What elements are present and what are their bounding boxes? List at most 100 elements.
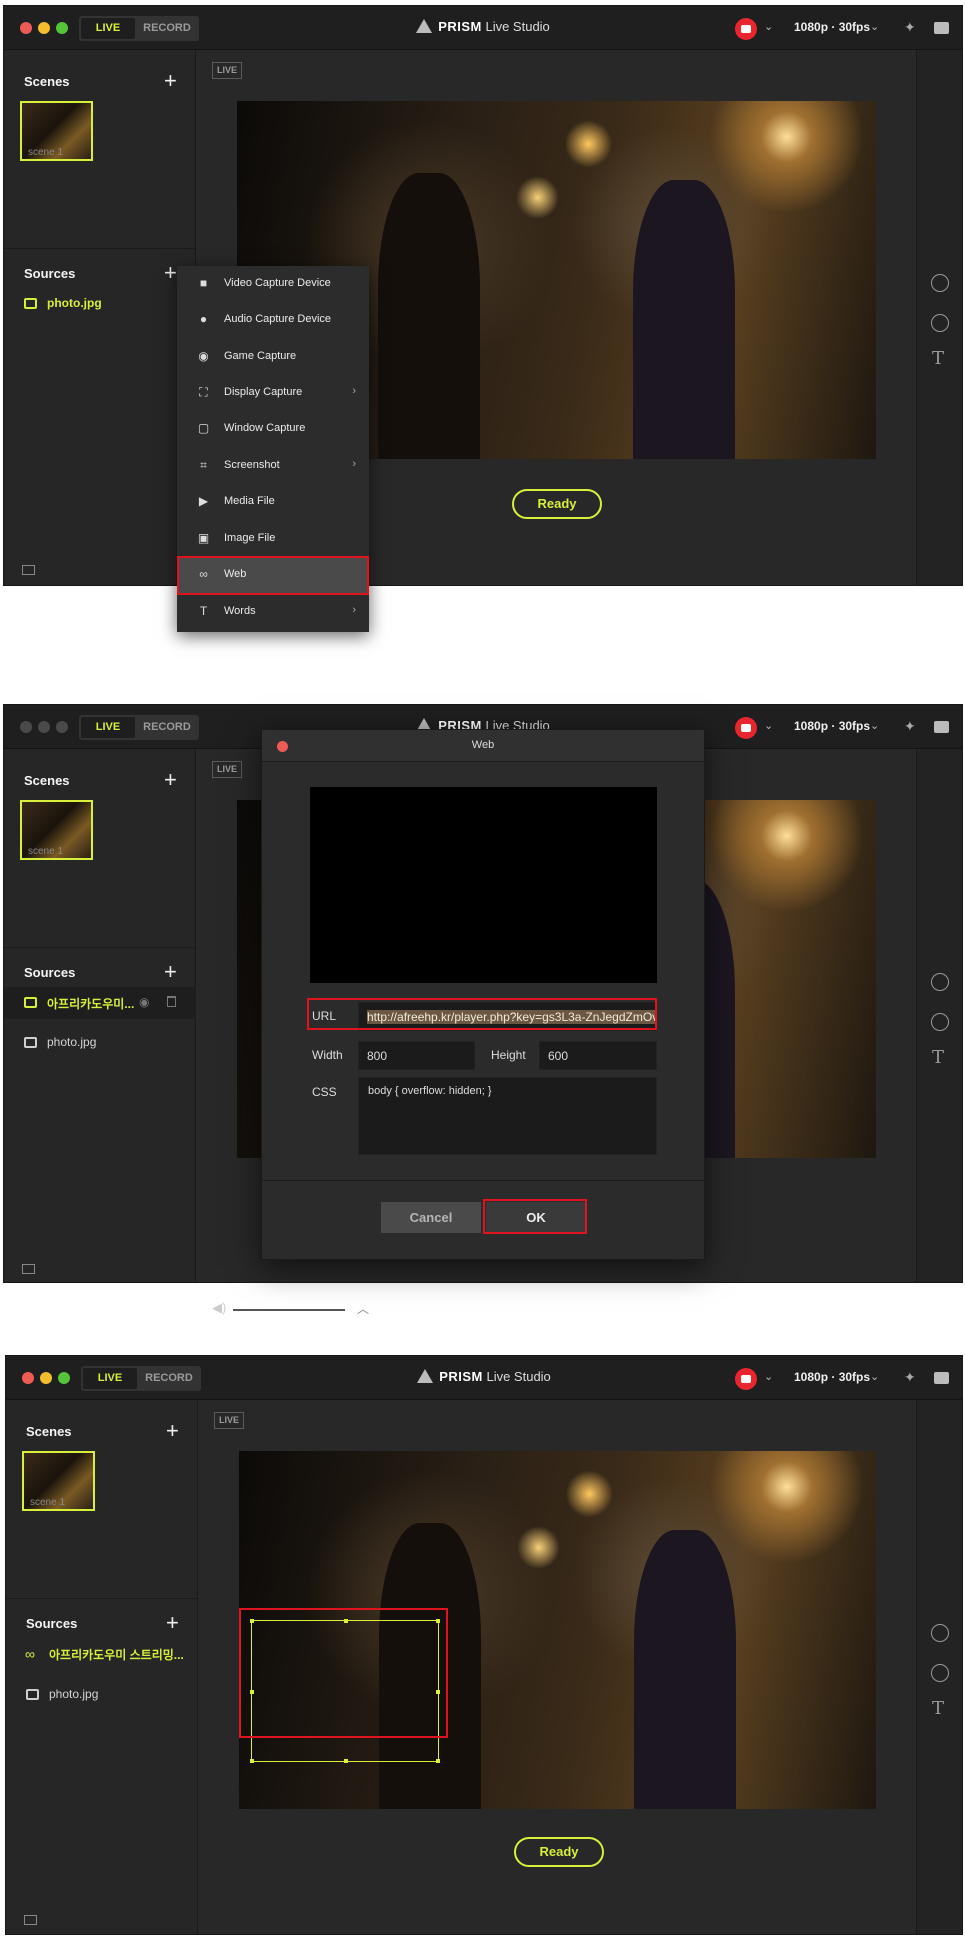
menu-item-screenshot[interactable]: ⌗ Screenshot › [177,448,369,484]
divider [4,947,195,948]
scene-thumbnail[interactable]: scene 1 [20,101,93,161]
text-icon[interactable]: T [932,348,944,369]
web-source-icon [24,997,37,1008]
pin-icon[interactable]: ✦ [904,1369,916,1386]
youtube-icon[interactable] [735,717,757,739]
effects-icon[interactable] [931,274,949,292]
chevron-up-icon[interactable]: ︿ [357,1300,369,1317]
sticker-icon[interactable] [931,1664,949,1682]
display-capture-icon: ⛶ [199,385,208,399]
scene-collection-icon[interactable] [22,1264,35,1274]
volume-slider[interactable] [233,1309,345,1311]
image-icon [26,1689,39,1700]
add-source-button[interactable]: + [166,1612,179,1634]
menu-item-label: Screenshot [224,459,280,471]
text-icon[interactable]: T [932,1047,944,1068]
menu-item-label: Display Capture [224,386,303,398]
chevron-down-icon[interactable]: ⌄ [870,1370,879,1383]
right-toolbar: T [916,50,962,585]
resize-handle[interactable] [250,1759,254,1763]
ready-button[interactable]: Ready [514,1837,604,1867]
scenes-title: Scenes [26,1424,72,1439]
effects-icon[interactable] [931,973,949,991]
sources-title: Sources [24,266,76,281]
resolution-selector[interactable]: 1080p · 30fps [794,20,870,34]
dialog-title-bar: Web [262,730,704,762]
scene-collection-icon[interactable] [24,1915,37,1925]
prism-logo-icon [416,19,433,33]
menu-item-image-file[interactable]: ▣ Image File [177,521,369,557]
scene-thumbnail[interactable]: scene 1 [22,1451,95,1511]
source-item[interactable]: ∞ 아프리카도우미 스트리밍... [6,1638,198,1670]
divider [6,1598,197,1599]
volume-icon[interactable]: ◀) [212,1300,226,1316]
scenes-title: Scenes [24,74,70,89]
width-label: Width [312,1048,343,1062]
trash-icon[interactable] [167,996,176,1007]
chat-icon[interactable] [934,721,949,733]
divider [4,248,195,249]
menu-item-display-capture[interactable]: ⛶ Display Capture › [177,375,369,411]
menu-item-audio-capture[interactable]: ● Audio Capture Device [177,302,369,338]
menu-item-label: Window Capture [224,422,306,434]
add-source-button[interactable]: + [164,961,177,983]
chevron-down-icon[interactable]: ⌄ [764,20,773,33]
menu-item-words[interactable]: T Words › [177,594,369,630]
source-label: photo.jpg [49,1687,99,1701]
image-icon [24,298,37,309]
chat-icon[interactable] [934,22,949,34]
source-item[interactable]: photo.jpg [6,1679,198,1711]
microphone-icon: ● [199,312,208,326]
add-source-button[interactable]: + [164,262,177,284]
gamepad-icon: ◉ [198,349,209,363]
app-window-1: LIVE RECORD PRISM Live Studio ⌄ 1080p · … [3,5,963,586]
visibility-eye-icon[interactable]: ◉ [139,995,149,1009]
add-scene-button[interactable]: + [164,769,177,791]
link-icon: ∞ [25,1646,35,1662]
chat-icon[interactable] [934,1372,949,1384]
width-field[interactable]: 800 [358,1041,475,1070]
effects-icon[interactable] [931,1624,949,1642]
css-field[interactable]: body { overflow: hidden; } [358,1077,657,1155]
title-bar: LIVE RECORD PRISM Live Studio ⌄ 1080p · … [4,6,962,50]
chevron-down-icon[interactable]: ⌄ [764,719,773,732]
source-item[interactable]: photo.jpg [4,1027,196,1059]
pin-icon[interactable]: ✦ [904,19,916,36]
chevron-down-icon[interactable]: ⌄ [870,20,879,33]
height-field[interactable]: 600 [539,1041,657,1070]
scene-thumbnail[interactable]: scene 1 [20,800,93,860]
highlight-box [483,1199,587,1234]
resolution-selector[interactable]: 1080p · 30fps [794,719,870,733]
chevron-down-icon[interactable]: ⌄ [870,719,879,732]
source-item[interactable]: photo.jpg [4,288,196,320]
scene-label: scene 1 [30,1497,66,1508]
right-toolbar: T [916,749,962,1282]
sticker-icon[interactable] [931,1013,949,1031]
menu-item-video-capture[interactable]: ■ Video Capture Device [177,266,369,302]
youtube-icon[interactable] [735,18,757,40]
highlight-box [239,1608,448,1738]
menu-item-window-capture[interactable]: ▢ Window Capture [177,411,369,447]
pin-icon[interactable]: ✦ [904,718,916,735]
sources-title: Sources [26,1616,78,1631]
add-scene-button[interactable]: + [166,1420,179,1442]
source-item[interactable]: 아프리카도우미... ◉ [4,987,196,1019]
youtube-icon[interactable] [735,1368,757,1390]
ready-button[interactable]: Ready [512,489,602,519]
add-scene-button[interactable]: + [164,70,177,92]
crop-icon: ⌗ [200,458,207,472]
cancel-button[interactable]: Cancel [381,1202,481,1233]
resize-handle[interactable] [344,1759,348,1763]
scene-label: scene 1 [28,147,64,158]
text-icon[interactable]: T [932,1698,944,1719]
scene-collection-icon[interactable] [22,565,35,575]
window-icon: ▢ [197,421,210,435]
menu-item-game-capture[interactable]: ◉ Game Capture [177,339,369,375]
chevron-down-icon[interactable]: ⌄ [764,1370,773,1383]
menu-item-label: Media File [224,495,275,507]
sticker-icon[interactable] [931,314,949,332]
resolution-selector[interactable]: 1080p · 30fps [794,1370,870,1384]
resize-handle[interactable] [436,1759,440,1763]
menu-item-media-file[interactable]: ▶ Media File [177,484,369,520]
play-icon: ▶ [198,494,209,508]
